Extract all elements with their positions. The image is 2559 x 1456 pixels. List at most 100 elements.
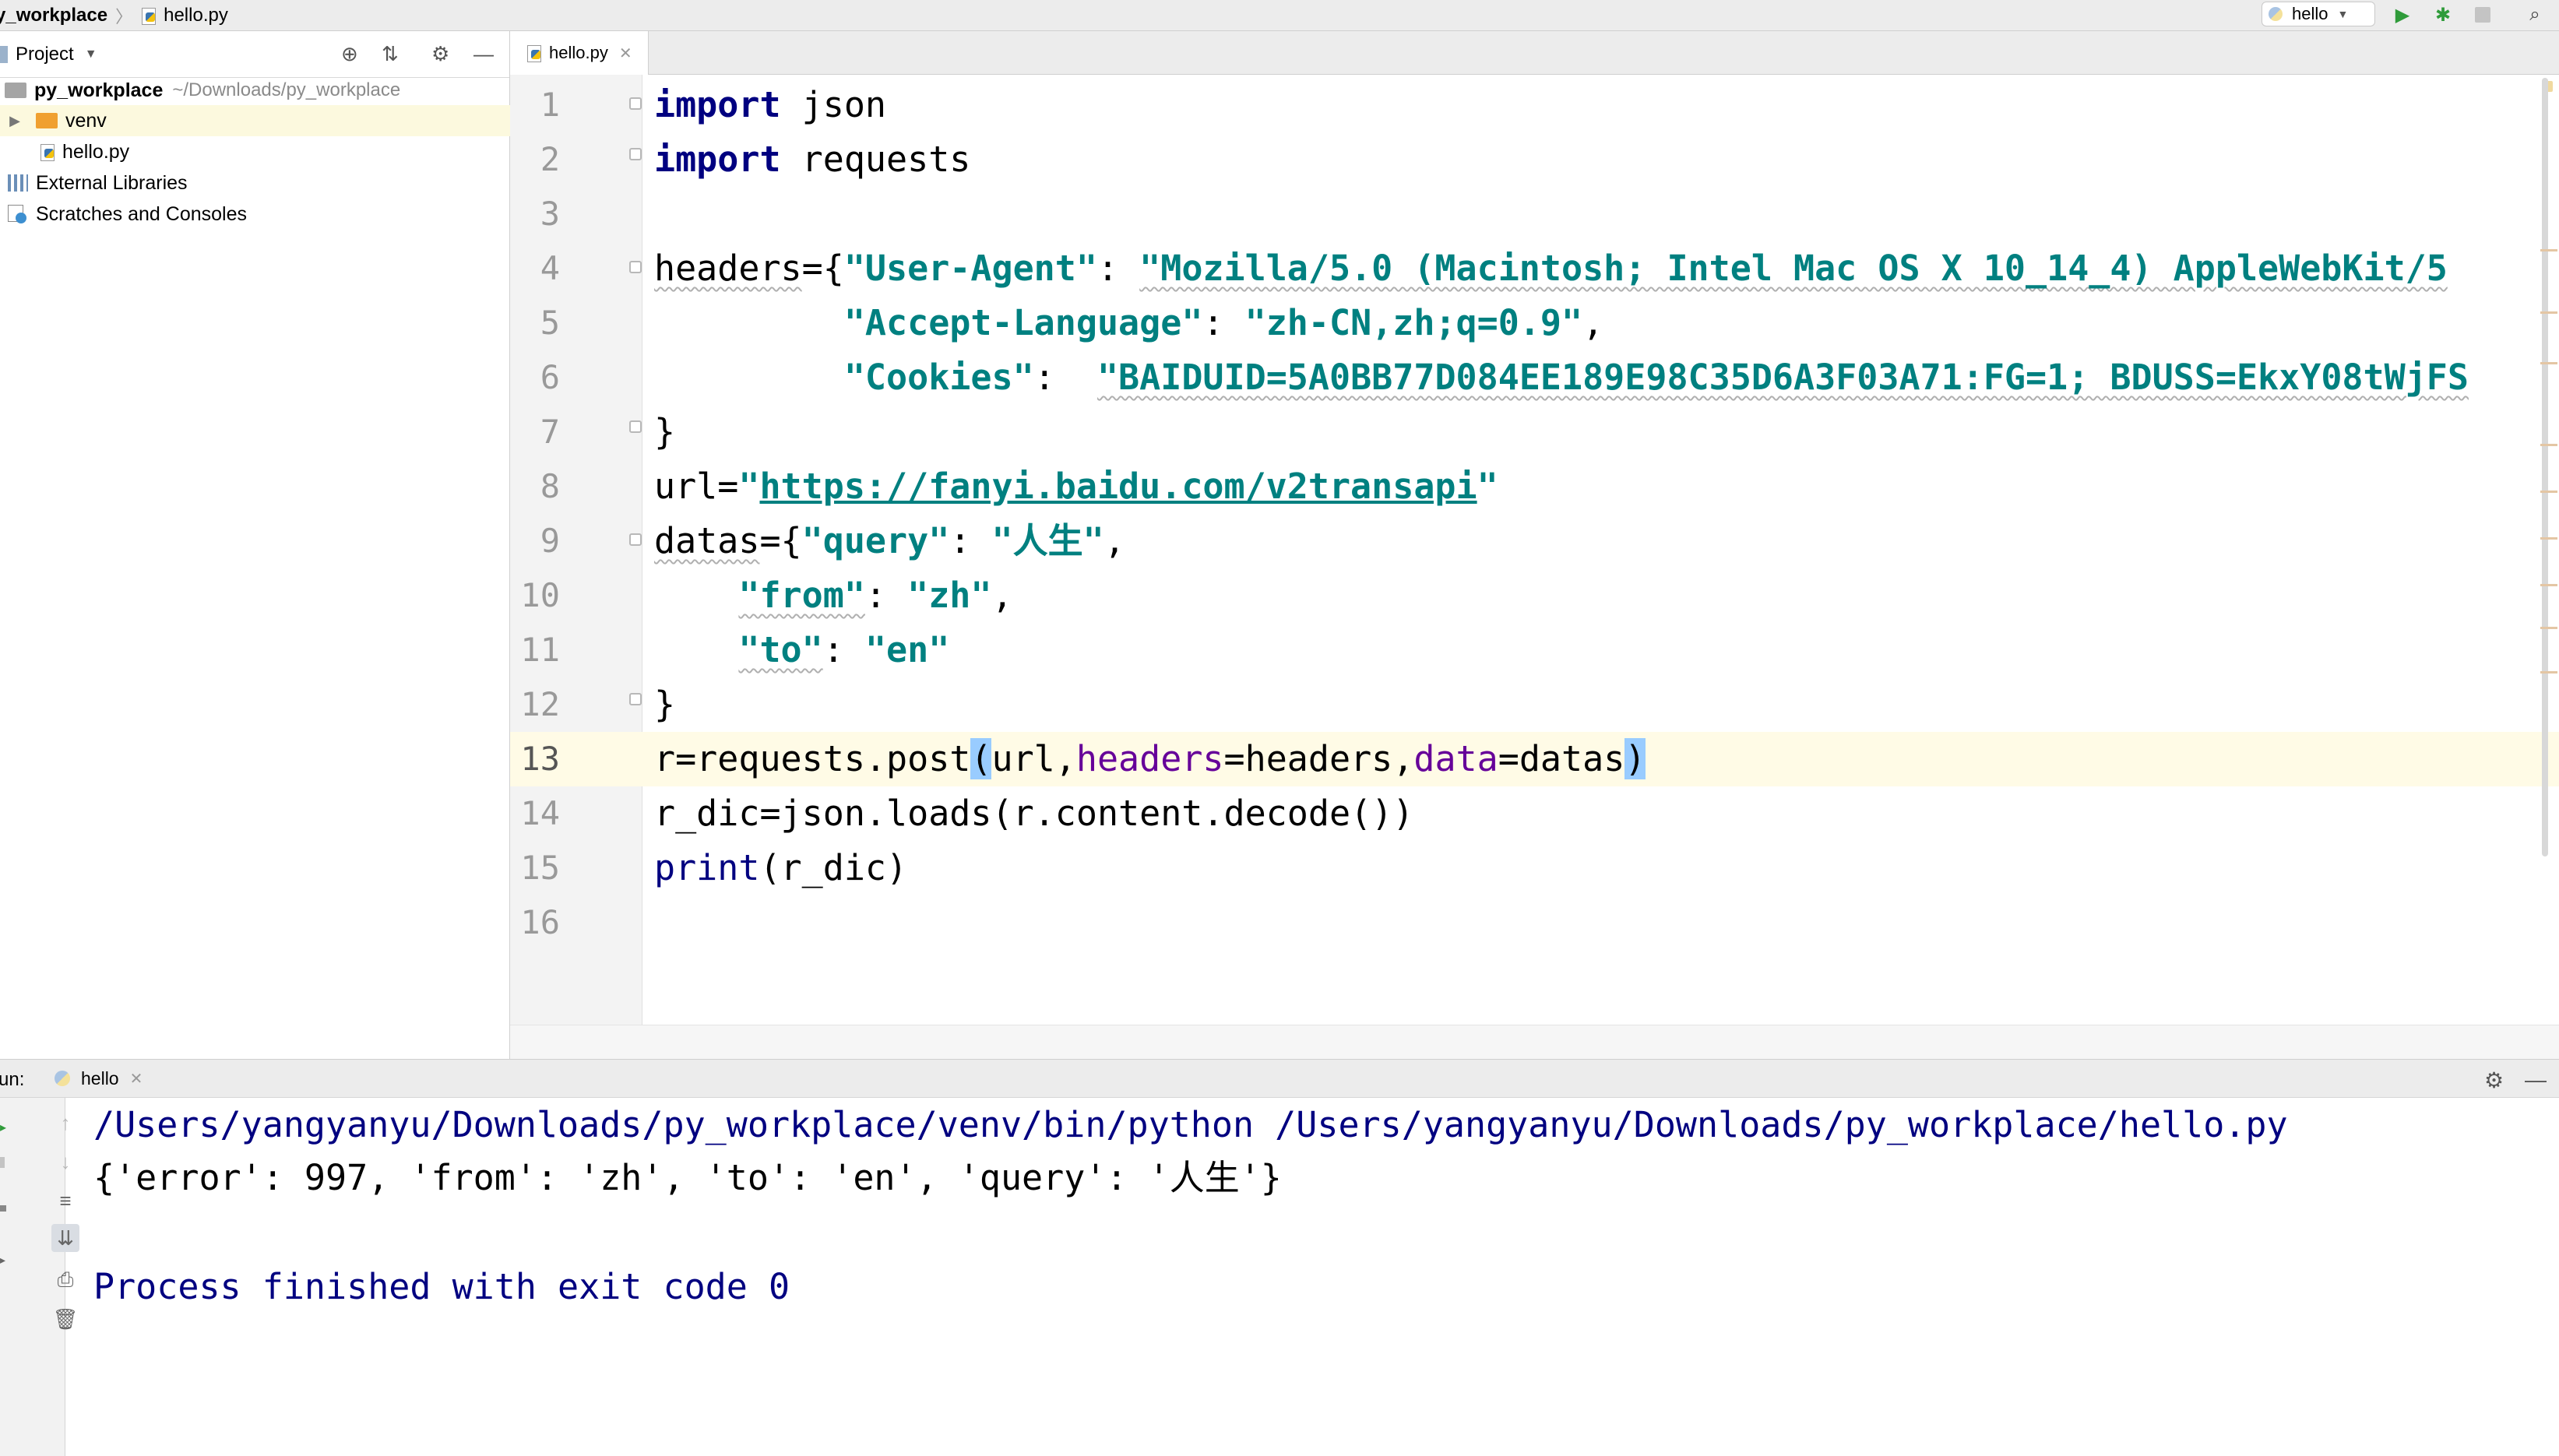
minimize-icon[interactable]: — (2525, 1067, 2547, 1092)
locate-icon[interactable]: ⊕ (341, 42, 358, 66)
console-toolbar: ↑ ↓ ≡ ⇊ ⎙ 🗑 (22, 1098, 79, 1456)
minimize-icon[interactable]: — (473, 42, 494, 66)
line-number: 4 (540, 249, 560, 287)
error-stripe-marker[interactable] (2540, 537, 2557, 540)
error-stripe-marker[interactable] (2540, 584, 2557, 586)
collapse-icon[interactable]: ⇅ (382, 42, 399, 66)
string-token: "en" (864, 629, 950, 670)
code-token: : (1096, 248, 1140, 289)
code-line-11: "to": "en" (654, 623, 949, 677)
folder-icon (5, 83, 26, 98)
gear-icon[interactable]: ⚙ (431, 42, 449, 66)
line-number: 8 (540, 467, 560, 505)
line-number: 12 (520, 685, 560, 723)
tree-item-project-root[interactable]: py_workplace ~/Downloads/py_workplace (0, 75, 510, 106)
code-line-15: print(r_dic) (654, 841, 907, 895)
string-token: "to" (738, 629, 823, 670)
console-exit-line: Process finished with exit code 0 (93, 1266, 790, 1307)
code-token: : (864, 575, 908, 616)
stop-icon[interactable] (2471, 3, 2494, 26)
param-token: data (1413, 738, 1498, 779)
code-token: ={ (759, 520, 802, 561)
code-line-9: datas={"query": "人生", (654, 514, 1125, 568)
library-icon (8, 174, 28, 192)
run-icon[interactable]: ▶ (2391, 3, 2414, 26)
scratches-icon (8, 205, 28, 223)
search-icon[interactable]: ⌕ (2523, 3, 2547, 26)
pin-icon[interactable]: ▸ (0, 1254, 8, 1266)
project-header: Project ▼ ⊕ ⇅ ⚙ — (0, 31, 509, 78)
error-stripe-marker[interactable] (2540, 491, 2557, 493)
code-line-12: } (654, 677, 675, 732)
line-number: 11 (520, 631, 560, 669)
url-link[interactable]: https://fanyi.baidu.com/v2transapi (759, 466, 1477, 507)
builtin-token: print (654, 847, 760, 888)
error-stripe-marker[interactable] (2540, 444, 2557, 446)
string-token: " (1477, 466, 1498, 507)
line-number: 3 (540, 195, 560, 233)
error-stripe-marker[interactable] (2540, 249, 2557, 251)
restore-layout-icon[interactable] (0, 1205, 6, 1212)
string-token: " (738, 466, 760, 507)
run-tab-hello[interactable]: hello ✕ (55, 1060, 143, 1097)
close-icon[interactable]: ✕ (619, 44, 632, 63)
code-line-13: r=requests.post(url,headers=headers,data… (654, 732, 1646, 786)
gear-icon[interactable]: ⚙ (2484, 1067, 2504, 1093)
fold-marker-icon[interactable] (629, 148, 642, 160)
fold-marker-icon[interactable] (629, 261, 642, 273)
tree-item-hello-py[interactable]: hello.py (0, 136, 510, 167)
code-token: r=requests.post (654, 738, 971, 779)
tab-hello-py[interactable]: hello.py ✕ (510, 31, 649, 76)
console-output-line: {'error': 997, 'from': 'zh', 'to': 'en',… (93, 1157, 1282, 1198)
keyword-token: import (654, 84, 781, 125)
string-token: "Mozilla/5.0 (Macintosh; Intel Mac OS X … (1139, 248, 2448, 289)
stop-icon[interactable] (0, 1157, 5, 1168)
fold-marker-icon[interactable] (629, 420, 642, 433)
code-line-6: "Cookies": "BAIDUID=5A0BB77D084EE189E98C… (654, 350, 2469, 405)
run-configuration-select[interactable]: hello ▼ (2262, 2, 2375, 26)
code-token: requests (780, 139, 971, 180)
tree-item-scratches[interactable]: Scratches and Consoles (0, 199, 510, 230)
string-token: "zh-CN,zh;q=0.9" (1244, 302, 1583, 343)
code-token: } (654, 411, 676, 452)
breadcrumb-project[interactable]: y_workplace (0, 5, 107, 26)
fold-marker-icon[interactable] (629, 533, 642, 546)
line-number: 2 (540, 140, 560, 178)
error-stripe-marker[interactable] (2540, 671, 2557, 673)
fold-marker-icon[interactable] (629, 693, 642, 705)
editor-scrollbar[interactable] (2542, 78, 2548, 856)
error-stripe-marker[interactable] (2540, 362, 2557, 364)
editor-tab-bar: hello.py ✕ (510, 31, 2559, 76)
line-number: 1 (540, 86, 560, 124)
debug-icon[interactable]: ✱ (2431, 3, 2455, 26)
string-token: "User-Agent" (843, 248, 1097, 289)
chevron-down-icon[interactable]: ▼ (85, 47, 97, 62)
expand-arrow-icon[interactable]: ▶ (3, 113, 26, 129)
breadcrumb-file[interactable]: hello.py (164, 5, 228, 26)
error-stripe-marker[interactable] (2540, 627, 2557, 629)
tree-item-external-libraries[interactable]: External Libraries (0, 167, 510, 199)
code-token: } (654, 684, 676, 725)
string-token: "Cookies" (843, 357, 1034, 398)
code-token: , (1582, 302, 1604, 343)
string-token: "人生" (991, 520, 1104, 561)
fold-marker-icon[interactable] (629, 97, 642, 110)
error-stripe-marker[interactable] (2540, 311, 2557, 314)
code-token: : (822, 629, 865, 670)
line-number: 10 (520, 576, 560, 614)
python-file-icon (526, 44, 543, 62)
breadcrumb-separator: 〉 (115, 6, 133, 26)
tree-item-venv[interactable]: ▶ venv (0, 105, 510, 136)
line-number: 9 (540, 522, 560, 560)
code-token: r_dic=json.loads(r.content.decode()) (654, 793, 1414, 834)
code-line-5: "Accept-Language": "zh-CN,zh;q=0.9", (654, 296, 1603, 350)
navigation-bar: y_workplace 〉 hello.py (0, 0, 2559, 31)
line-number: 7 (540, 413, 560, 451)
keyword-token: import (654, 139, 781, 180)
close-icon[interactable]: ✕ (130, 1069, 143, 1088)
rerun-icon[interactable]: ▸ (0, 1120, 8, 1134)
project-view-selector[interactable]: Project (16, 44, 74, 65)
editor-horizontal-scrollbar[interactable] (510, 1025, 2559, 1059)
